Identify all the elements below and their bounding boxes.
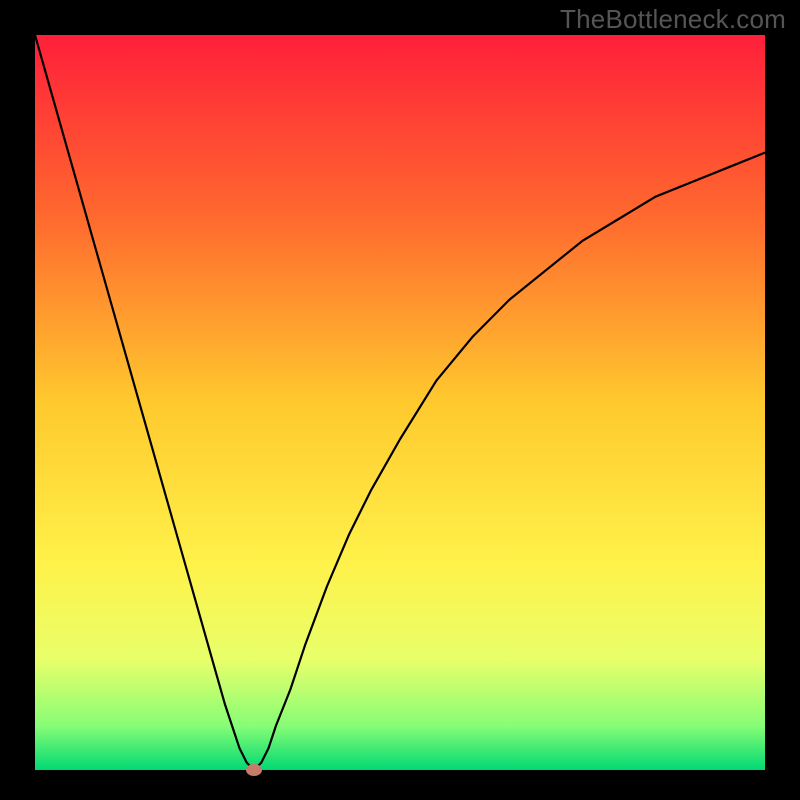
plot-background xyxy=(35,35,765,770)
minimum-marker xyxy=(246,764,262,776)
bottleneck-chart xyxy=(0,0,800,800)
chart-stage: TheBottleneck.com xyxy=(0,0,800,800)
watermark-text: TheBottleneck.com xyxy=(560,4,786,35)
